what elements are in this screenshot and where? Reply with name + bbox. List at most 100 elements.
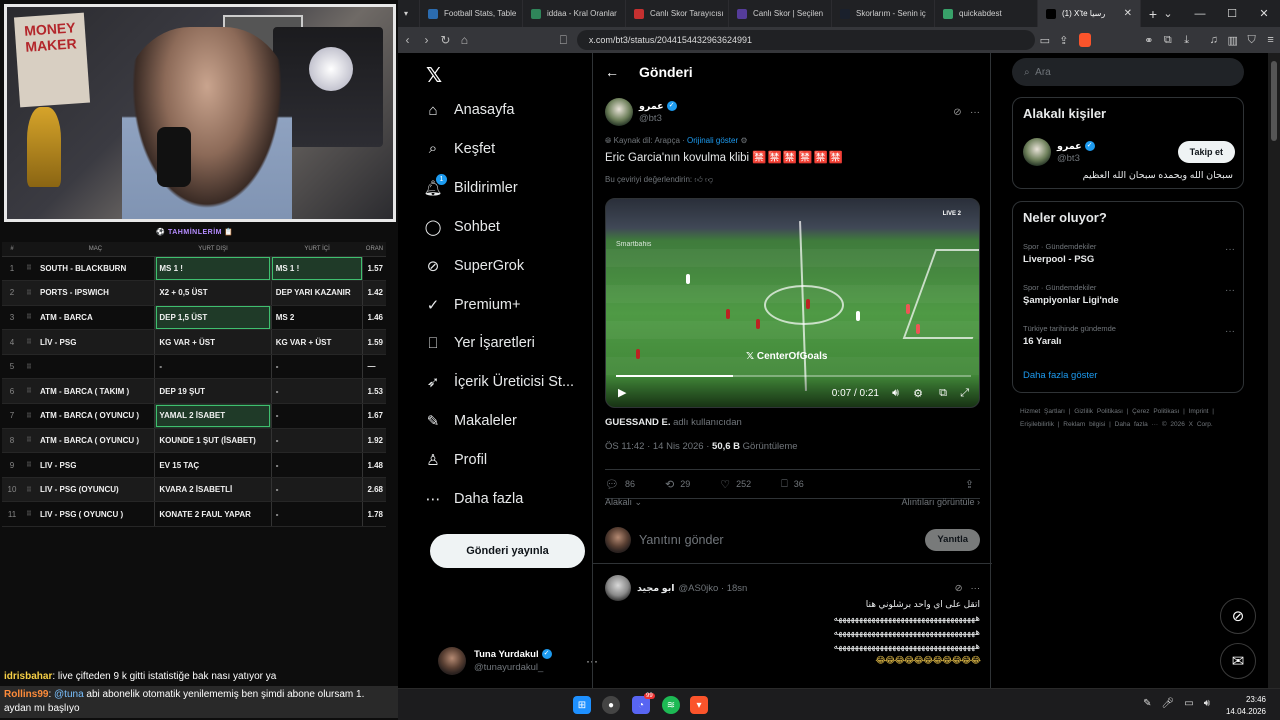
downloads-icon[interactable]: ⤓ [1177, 34, 1196, 47]
extensions-icon[interactable]: ⧉ [1158, 34, 1177, 47]
nav-item-10[interactable]: ♙ Profil [424, 451, 487, 469]
nav-item-7[interactable]: ⎕ Yer İşaretleri [424, 334, 534, 352]
related-handle[interactable]: @bt3 [1057, 153, 1095, 164]
nav-item-1[interactable]: ⌂ Anasayfa [424, 101, 514, 119]
reply-button[interactable]: Yanıtla [925, 528, 980, 551]
more-icon[interactable]: ··· [971, 583, 981, 594]
avatar[interactable] [1023, 138, 1051, 166]
more-icon[interactable]: ··· [970, 107, 980, 118]
grok-fab-icon[interactable]: ⊘ [1220, 598, 1256, 634]
cast-icon[interactable]: ▭ [1035, 34, 1054, 47]
network-icon[interactable]: ▭ [1184, 698, 1193, 709]
nav-item-9[interactable]: ✎ Makaleler [424, 412, 517, 430]
grok-icon[interactable]: ⊘ [955, 583, 963, 594]
home-icon[interactable]: ⌂ [455, 33, 474, 47]
attribution-user[interactable]: GUESSAND E. [605, 417, 670, 428]
bookmark-page-icon[interactable]: ⎕ [554, 33, 573, 48]
more-icon[interactable]: ··· [1225, 285, 1235, 296]
scrollbar[interactable] [1268, 53, 1280, 720]
post-button[interactable]: Gönderi yayınla [430, 534, 585, 568]
brave-shield-icon[interactable] [1079, 33, 1092, 47]
more-icon[interactable]: ··· [1225, 326, 1235, 337]
trend-item[interactable]: Spor · Gündemdekiler Şampiyonlar Ligi'nde… [1023, 283, 1235, 306]
play-icon[interactable]: ▶ [618, 386, 626, 399]
nav-item-3[interactable]: 🔔︎ 1 Bildirimler [423, 173, 518, 197]
grok-icon[interactable]: ⊘ [953, 107, 961, 118]
tab-3[interactable]: Canlı Skor Tarayıcısı [626, 0, 729, 27]
gear-icon[interactable]: ⚙ [740, 136, 747, 145]
back-icon[interactable]: ‹ [398, 33, 417, 47]
mic-icon[interactable]: 🎤︎ [1162, 698, 1175, 709]
account-switcher[interactable]: Tuna Yurdakul ✓ @tunayurdakul_ ··· [438, 641, 598, 681]
messages-fab-icon[interactable]: ✉ [1220, 643, 1256, 679]
pen-icon[interactable]: ✎ [1143, 698, 1151, 709]
tab-1[interactable]: Football Stats, Table [420, 0, 523, 27]
menu-icon[interactable]: ≡ [1261, 34, 1280, 46]
x-logo-icon[interactable]: 𝕏 [426, 63, 442, 88]
view-quotes-link[interactable]: Alıntıları görüntüle › [901, 497, 980, 508]
url-field[interactable]: x.com/bt3/status/2044154432963624991 [576, 30, 1036, 50]
video-progress-bar[interactable] [616, 375, 971, 377]
related-name[interactable]: عمرو ✓ [1057, 141, 1095, 152]
close-window-button[interactable]: ✕ [1248, 7, 1280, 20]
tab-5[interactable]: Skorlarım - Senin iç [832, 0, 935, 27]
minimize-button[interactable]: — [1184, 8, 1216, 20]
spotify-icon[interactable]: ≋ [662, 696, 680, 714]
nav-item-8[interactable]: ➶ İçerik Üreticisi St... [424, 373, 574, 391]
follow-button[interactable]: Takip et [1177, 141, 1235, 163]
tab-7[interactable]: (1) X'te رسيا ✕ [1038, 0, 1141, 27]
show-more-link[interactable]: Daha fazla göster [1023, 370, 1097, 381]
reply-action[interactable]: 💬︎ 86 [605, 478, 635, 491]
more-icon[interactable]: ··· [1225, 244, 1235, 255]
reply-author-handle[interactable]: @AS0jko [679, 583, 719, 594]
reply-input[interactable]: Yanıtını gönder [639, 533, 724, 547]
volume-icon[interactable]: 🔊︎ [1204, 698, 1210, 709]
show-original-link[interactable]: Orijinali göster [687, 136, 738, 145]
vpn-icon[interactable]: ⚭ [1139, 34, 1158, 47]
brave-icon[interactable]: ▾ [690, 696, 708, 714]
sidebar-icon[interactable]: ▥ [1223, 34, 1242, 47]
nav-item-2[interactable]: ⌕ Keşfet [424, 140, 495, 158]
search-input[interactable]: ⌕ Ara [1012, 58, 1244, 86]
video-player[interactable]: Smartbahis LIVE 2 𝕏 CenterOfGoals ▶ 0:07… [605, 198, 980, 408]
obs-icon[interactable]: ● [602, 696, 620, 714]
tab-6[interactable]: quickabdest [935, 0, 1038, 27]
nav-item-6[interactable]: ✓ Premium+ [424, 296, 521, 314]
volume-icon[interactable]: 🔊︎ [892, 387, 899, 400]
share-icon[interactable]: ⇪ [965, 478, 980, 491]
nav-item-5[interactable]: ⊘ SuperGrok [424, 257, 524, 275]
pip-icon[interactable]: ⧉ [939, 387, 947, 400]
thumbs-up-icon[interactable]: 👍︎ [694, 175, 702, 184]
forward-icon[interactable]: › [417, 33, 436, 47]
repost-action[interactable]: ⟲ 29 [665, 478, 690, 491]
nav-item-4[interactable]: ◯ Sohbet [424, 218, 500, 236]
sort-dropdown[interactable]: Alakalı ⌄ [605, 497, 642, 508]
media-icon[interactable]: ♫ [1204, 34, 1223, 46]
tweet-author-name[interactable]: عمرو ✓ [639, 101, 677, 112]
maximize-button[interactable]: ☐ [1216, 7, 1248, 20]
tab-2[interactable]: iddaa - Kral Oranlar [523, 0, 626, 27]
avatar[interactable] [605, 98, 633, 126]
reload-icon[interactable]: ↻ [436, 33, 455, 47]
avatar[interactable] [605, 575, 631, 601]
fullscreen-icon[interactable]: ⤢ [960, 387, 969, 400]
tab-4[interactable]: Canlı Skor | Seçilen [729, 0, 832, 27]
like-action[interactable]: ♡ 252 [720, 478, 751, 491]
thumbs-down-icon[interactable]: 👎︎ [705, 175, 713, 184]
tab-menu-icon[interactable]: ▾ [398, 0, 420, 27]
bookmark-action[interactable]: ⎕ 36 [781, 478, 804, 491]
footer-links[interactable]: Hizmet Şartları | Gizlilik Politikası | … [1020, 405, 1240, 431]
reply-author-name[interactable]: ابو مجيد [637, 583, 675, 594]
clock[interactable]: 23:46 14.04.2026 [1226, 694, 1266, 718]
wallet-icon[interactable]: ⛉ [1242, 34, 1261, 47]
back-arrow-icon[interactable]: ← [605, 64, 623, 80]
trend-item[interactable]: Spor · Gündemdekiler Liverpool - PSG ··· [1023, 242, 1235, 265]
start-icon[interactable]: ⊞ [573, 696, 591, 714]
tweet-timestamp[interactable]: ÖS 11:42 · 14 Nis 2026 · [605, 441, 712, 452]
tweet-author-handle[interactable]: @bt3 [639, 113, 677, 124]
close-tab-icon[interactable]: ✕ [1124, 8, 1132, 19]
trend-item[interactable]: Türkiye tarihinde gündemde 16 Yaralı ··· [1023, 324, 1235, 347]
tab-search-icon[interactable]: ⌄ [1152, 7, 1184, 20]
nav-item-11[interactable]: ⋯ Daha fazla [424, 490, 524, 508]
share-icon[interactable]: ⇪ [1054, 34, 1073, 47]
